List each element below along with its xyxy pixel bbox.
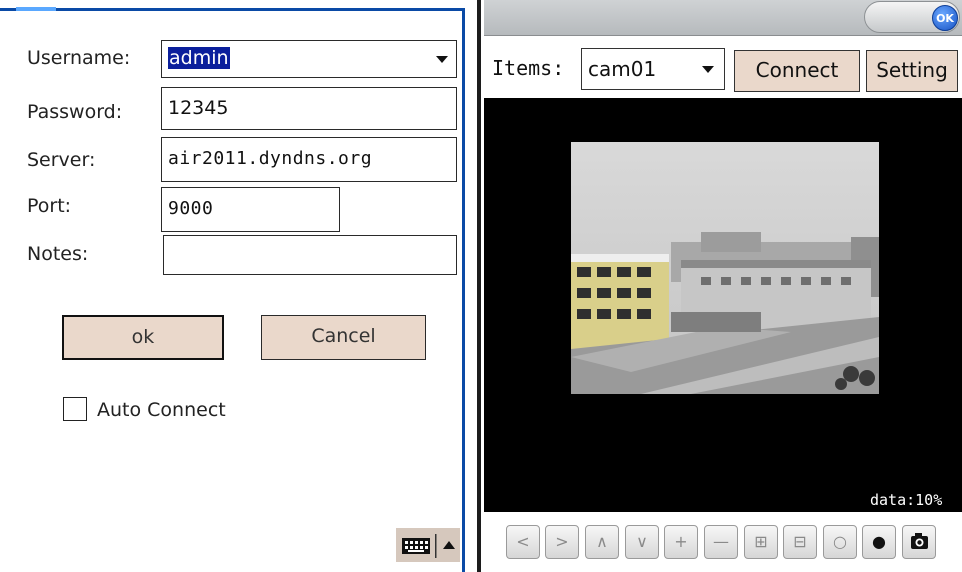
chevron-down-icon[interactable] xyxy=(702,66,714,73)
zoom-out-button[interactable]: — xyxy=(704,525,738,559)
record-ring-button[interactable]: ○ xyxy=(823,525,857,559)
camera-feed-image xyxy=(571,142,879,394)
port-label: Port: xyxy=(27,195,72,217)
zoom-out-icon: — xyxy=(713,532,729,551)
pan-left-button[interactable]: < xyxy=(506,525,540,559)
tilt-up-button[interactable]: ∧ xyxy=(585,525,619,559)
ok-title-button[interactable]: OK xyxy=(932,5,958,31)
focus-in-icon: ⊞ xyxy=(754,532,768,551)
password-field[interactable]: 12345 xyxy=(161,87,457,130)
tilt-down-button[interactable]: ∨ xyxy=(625,525,659,559)
connect-button[interactable]: Connect xyxy=(734,50,860,92)
tilt-down-icon: ∨ xyxy=(636,532,648,551)
notes-field[interactable] xyxy=(163,235,457,275)
server-field[interactable]: air2011.dyndns.org xyxy=(161,137,457,182)
focus-out-icon: ⊟ xyxy=(793,532,807,551)
notes-label: Notes: xyxy=(27,243,89,265)
record-ring-icon: ○ xyxy=(833,532,847,551)
snapshot-button[interactable] xyxy=(902,525,936,559)
items-label: Items: xyxy=(492,56,565,80)
pan-right-icon: > xyxy=(555,532,569,551)
username-label: Username: xyxy=(27,47,131,69)
record-dot-button[interactable]: ● xyxy=(862,525,896,559)
keyboard-icon[interactable] xyxy=(396,528,460,562)
record-dot-icon: ● xyxy=(872,532,886,551)
login-screen: Username: admin Password: 12345 Server: … xyxy=(0,0,474,572)
scrollbar[interactable] xyxy=(462,8,474,572)
chevron-down-icon[interactable] xyxy=(436,56,448,63)
title-bar xyxy=(0,0,474,11)
auto-connect-label[interactable]: Auto Connect xyxy=(97,398,226,422)
camera-selected-value: cam01 xyxy=(588,57,657,81)
pan-right-button[interactable]: > xyxy=(545,525,579,559)
cancel-button[interactable]: Cancel xyxy=(261,315,426,360)
ok-button[interactable]: ok xyxy=(62,315,224,360)
data-rate-text: data:10% xyxy=(870,491,943,509)
setting-button[interactable]: Setting xyxy=(866,50,958,92)
input-panel-toggle[interactable] xyxy=(396,528,460,562)
server-label: Server: xyxy=(27,149,96,171)
username-dropdown[interactable]: admin xyxy=(161,40,457,78)
auto-connect-checkbox[interactable] xyxy=(63,397,87,421)
port-field[interactable]: 9000 xyxy=(161,187,340,232)
triangle-up-icon xyxy=(443,541,455,549)
password-label: Password: xyxy=(27,101,123,123)
zoom-in-button[interactable]: + xyxy=(664,525,698,559)
camera-icon xyxy=(910,533,928,549)
viewer-screen: OK Items: cam01 Connect Setting data:10%… xyxy=(484,0,962,572)
zoom-in-icon: + xyxy=(674,532,688,551)
focus-in-button[interactable]: ⊞ xyxy=(744,525,778,559)
username-value: admin xyxy=(168,47,230,69)
pan-left-icon: < xyxy=(516,532,530,551)
focus-out-button[interactable]: ⊟ xyxy=(783,525,817,559)
tilt-up-icon: ∧ xyxy=(596,532,608,551)
camera-dropdown[interactable]: cam01 xyxy=(581,48,725,90)
image-separator xyxy=(474,0,484,572)
ptz-control-bar: < > ∧ ∨ + — ⊞ ⊟ ○ ● xyxy=(484,512,962,572)
